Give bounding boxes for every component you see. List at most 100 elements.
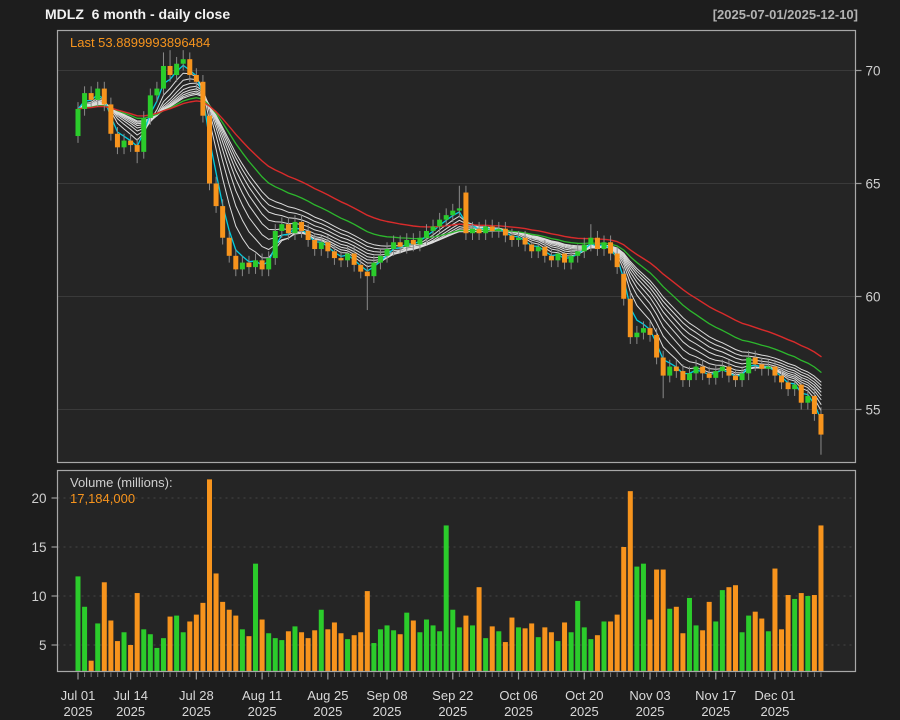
- x-tick-year: 2025: [570, 704, 599, 719]
- volume-bar-up: [391, 630, 396, 671]
- candle-up: [437, 220, 442, 227]
- volume-bar-down: [674, 607, 679, 672]
- volume-bar-up: [641, 564, 646, 672]
- candle-up: [148, 95, 153, 118]
- x-tick-label: Dec 01: [754, 688, 795, 703]
- x-tick-year: 2025: [373, 704, 402, 719]
- date-range-label: [2025-07-01/2025-12-10]: [713, 7, 858, 22]
- x-tick-label: Aug 11: [242, 688, 282, 703]
- candle-down: [220, 206, 225, 238]
- candle-up: [457, 208, 462, 210]
- candle-up: [536, 247, 541, 252]
- volume-bar-down: [818, 525, 823, 671]
- volume-bar-down: [332, 622, 337, 671]
- candle-up: [82, 93, 87, 109]
- volume-bar-up: [273, 638, 278, 671]
- x-tick-label: Jul 28: [179, 688, 214, 703]
- candle-up: [720, 367, 725, 372]
- chart-window: 556065705101520Jul 012025Jul 142025Jul 2…: [0, 0, 900, 720]
- volume-bar-up: [95, 623, 100, 671]
- candle-down: [779, 376, 784, 383]
- volume-bar-down: [542, 627, 547, 671]
- volume-bar-down: [214, 573, 219, 671]
- volume-bar-up: [154, 648, 159, 672]
- volume-bar-down: [168, 617, 173, 672]
- volume-bar-up: [424, 620, 429, 672]
- volume-bar-down: [128, 645, 133, 672]
- volume-bar-up: [496, 631, 501, 671]
- candle-up: [279, 224, 284, 231]
- candle-down: [286, 224, 291, 233]
- volume-bar-down: [707, 602, 712, 672]
- volume-bar-down: [595, 635, 600, 671]
- candle-down: [200, 82, 205, 116]
- candle-down: [529, 245, 534, 252]
- candle-down: [542, 247, 547, 256]
- candle-up: [766, 367, 771, 369]
- candle-up: [378, 256, 383, 263]
- x-tick-label: Oct 06: [499, 688, 537, 703]
- candle-down: [772, 367, 777, 376]
- candle-up: [634, 333, 639, 338]
- candle-up: [483, 226, 488, 233]
- volume-bar-down: [299, 632, 304, 671]
- candle-down: [128, 141, 133, 146]
- candle-up: [516, 238, 521, 240]
- candle-up: [687, 373, 692, 380]
- volume-bar-up: [141, 629, 146, 671]
- volume-bar-down: [523, 628, 528, 671]
- volume-bar-down: [733, 585, 738, 671]
- volume-bar-up: [470, 625, 475, 671]
- candle-up: [792, 385, 797, 390]
- x-tick-year: 2025: [701, 704, 730, 719]
- volume-bar-up: [240, 629, 245, 671]
- volume-bar-down: [463, 616, 468, 672]
- volume-bar-up: [569, 632, 574, 671]
- volume-bar-down: [615, 615, 620, 672]
- candle-up: [444, 215, 449, 220]
- candle-down: [615, 254, 620, 268]
- volume-bar-up: [174, 616, 179, 672]
- candle-up: [292, 222, 297, 233]
- volume-bar-down: [759, 619, 764, 672]
- candle-down: [227, 238, 232, 256]
- volume-bar-up: [378, 629, 383, 671]
- candle-up: [154, 89, 159, 96]
- candle-down: [477, 229, 482, 234]
- volume-bar-down: [529, 623, 534, 671]
- candle-down: [135, 145, 140, 152]
- volume-bar-down: [621, 547, 626, 672]
- x-tick-label: Jul 14: [113, 688, 148, 703]
- volume-bar-down: [194, 615, 199, 672]
- candle-up: [181, 59, 186, 64]
- svg-text:55: 55: [866, 403, 881, 418]
- candle-up: [496, 229, 501, 231]
- volume-bar-down: [799, 593, 804, 671]
- candle-up: [95, 89, 100, 100]
- volume-bar-down: [339, 633, 344, 671]
- x-tick-year: 2025: [636, 704, 665, 719]
- candle-down: [680, 371, 685, 380]
- volume-bar-up: [766, 631, 771, 671]
- volume-bar-up: [266, 633, 271, 671]
- candle-up: [371, 263, 376, 277]
- svg-text:15: 15: [31, 540, 46, 555]
- volume-bar-up: [588, 639, 593, 671]
- candle-down: [108, 104, 113, 133]
- candle-down: [358, 265, 363, 272]
- candle-down: [700, 367, 705, 374]
- candle-up: [713, 371, 718, 378]
- volume-bar-down: [220, 602, 225, 672]
- volume-bar-down: [490, 626, 495, 671]
- volume-bar-up: [319, 610, 324, 672]
- candle-up: [141, 118, 146, 152]
- volume-bar-down: [549, 632, 554, 671]
- candle-up: [404, 240, 409, 247]
- candle-down: [299, 222, 304, 231]
- volume-bar-down: [115, 641, 120, 671]
- volume-bar-down: [108, 621, 113, 672]
- volume-bar-up: [161, 638, 166, 671]
- volume-bar-down: [260, 620, 265, 672]
- x-tick-year: 2025: [760, 704, 789, 719]
- candle-up: [253, 260, 258, 267]
